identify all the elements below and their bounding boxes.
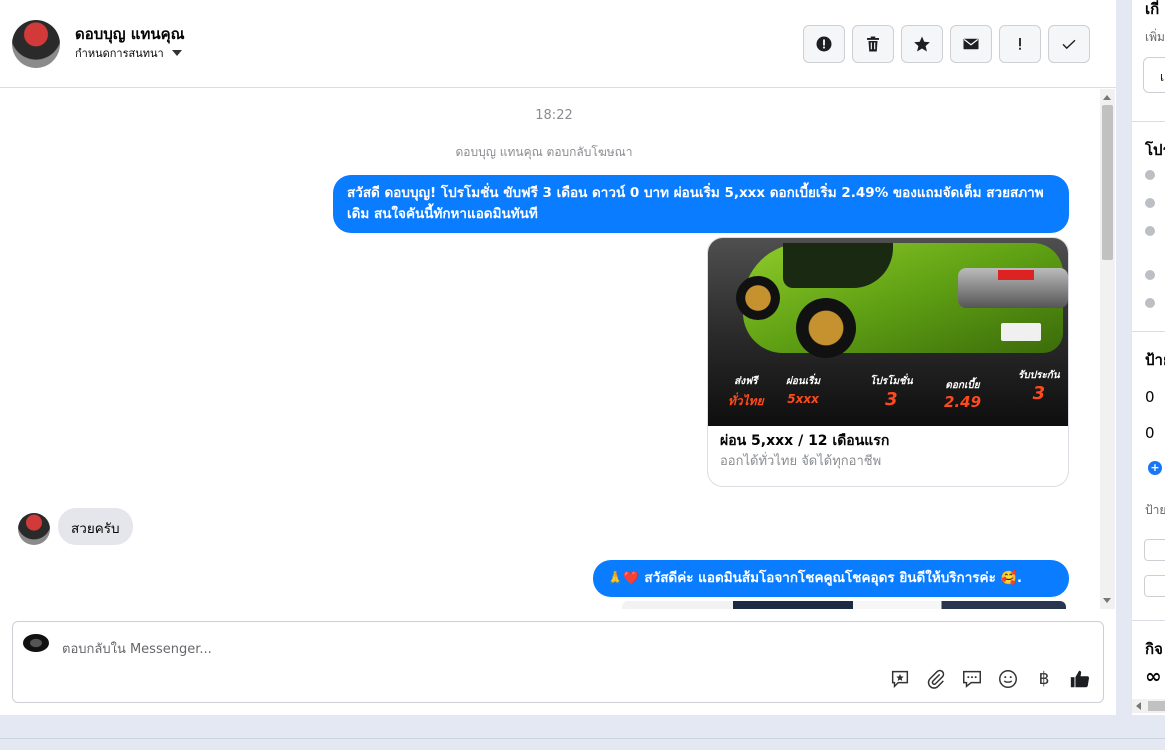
promo-free-ship: ส่งฟรีทั่วไทย <box>728 374 764 411</box>
divider <box>1132 331 1165 332</box>
thumbs-up-icon[interactable] <box>1069 668 1091 690</box>
emoji-suffix: 🥰. <box>1000 571 1022 586</box>
conversation-schedule-label: กำหนดการสนทนา <box>75 47 164 60</box>
message-timestamp: 18:22 <box>535 108 573 123</box>
composer-placeholder[interactable]: ตอบกลับใน Messenger... <box>62 638 212 659</box>
conversation-schedule-dropdown[interactable]: กำหนดการสนทนา <box>75 44 182 62</box>
panel-horizontal-scrollbar[interactable] <box>1132 699 1165 713</box>
follow-up-button[interactable] <box>999 25 1041 63</box>
meta-infinity-icon: ∞ <box>1145 664 1162 688</box>
trash-icon <box>867 36 879 52</box>
panel-labels-sub: ป้าย <box>1145 503 1165 517</box>
promo-installment: ผ่อนเริ่ม 5xxx <box>786 374 820 406</box>
page-avatar <box>23 634 49 652</box>
car-body <box>743 243 1068 353</box>
star-button[interactable] <box>901 25 943 63</box>
exclamation-circle-icon <box>816 36 832 52</box>
location-pin-icon <box>1145 298 1155 308</box>
promo-strip: ส่งฟรีทั่วไทย ผ่อนเริ่ม 5xxx โปรโมชั่น 3 ด… <box>708 368 1068 426</box>
car-rear-wheel <box>736 276 780 320</box>
scroll-up-arrow-icon[interactable] <box>1103 95 1111 100</box>
paperclip-icon[interactable] <box>925 668 947 690</box>
message-thread[interactable]: 18:22 ดอบบุญ แทนคุณ ตอบกลับโฆษณา สวัสดี … <box>0 89 1100 609</box>
contact-name[interactable]: ดอบบุญ แทนคุณ <box>75 22 185 46</box>
promo-interest-label: ดอกเบี้ย <box>945 380 980 391</box>
promo-insurance-label: รับประกัน <box>1018 370 1060 381</box>
panel-heading-info: เกี่ <box>1145 0 1160 18</box>
panel-heading-labels: ป้าย <box>1145 351 1165 369</box>
panel-add-button-label: เ <box>1160 70 1165 84</box>
car-front-wheel <box>796 298 856 358</box>
promo-nationwide: ทั่วไทย <box>728 394 764 408</box>
label-item[interactable]: 0 <box>1145 388 1155 406</box>
mark-unread-button[interactable] <box>950 25 992 63</box>
scrollbar-thumb[interactable] <box>1102 105 1113 260</box>
graduation-cap-icon <box>1145 226 1155 236</box>
car-window <box>783 243 893 288</box>
promo-interest-value: 2.49 <box>944 393 982 411</box>
next-media-preview[interactable] <box>622 601 1066 609</box>
promo-insurance-value: 3 <box>1032 383 1046 404</box>
header-actions <box>803 25 1090 63</box>
checkmark-icon <box>1062 39 1076 50</box>
delete-button[interactable] <box>852 25 894 63</box>
contact-avatar[interactable] <box>12 20 60 68</box>
ad-image[interactable]: ส่งฟรีทั่วไทย ผ่อนเริ่ม 5xxx โปรโมชั่น 3 ด… <box>708 238 1068 426</box>
ad-subtitle: ออกได้ทั่วไทย จัดได้ทุกอาชีพ <box>720 454 882 469</box>
composer-tools: ฿ <box>889 668 1091 690</box>
conversation-pane: ดอบบุญ แทนคุณ กำหนดการสนทนา 18:22 ดอบบุญ… <box>0 0 1116 715</box>
outgoing-message-text: สวัสดีค่ะ แอดมินส้มโอจากโชคคูณโชคอุดร ยิ… <box>644 570 996 586</box>
ad-title[interactable]: ผ่อน 5,xxx / 12 เดือนแรก <box>720 430 889 452</box>
location-pin-icon <box>1145 270 1155 280</box>
label-item[interactable]: 0 <box>1145 424 1155 442</box>
car-badge <box>998 270 1034 280</box>
contact-avatar-small[interactable] <box>18 513 50 545</box>
thread-scrollbar[interactable] <box>1100 89 1115 609</box>
star-icon <box>914 36 930 52</box>
emoji-icon[interactable] <box>997 668 1019 690</box>
add-label-icon[interactable]: + <box>1148 461 1162 475</box>
panel-heading-profile: โปร <box>1145 141 1165 159</box>
emoji-prefix: 🙏❤️ <box>607 571 640 586</box>
saved-reply-icon[interactable] <box>889 668 911 690</box>
promo-promotion: โปรโมชั่น 3 <box>870 374 913 410</box>
panel-heading-activity: กิจ <box>1145 640 1163 658</box>
promo-free-ship-label: ส่งฟรี <box>734 376 758 387</box>
briefcase-icon <box>1145 198 1155 208</box>
promo-installment-value: 5xxx <box>787 392 819 406</box>
scroll-left-arrow-icon[interactable] <box>1136 702 1141 710</box>
panel-add-label: เพิ่ม <box>1145 30 1165 44</box>
baht-icon[interactable]: ฿ <box>1033 669 1055 689</box>
license-plate <box>1001 323 1041 341</box>
promo-interest: ดอกเบี้ย 2.49 <box>944 378 981 411</box>
promo-installment-label: ผ่อนเริ่ม <box>786 376 821 387</box>
chat-bubbles-icon[interactable] <box>961 668 983 690</box>
envelope-icon <box>963 38 979 50</box>
label-checkbox[interactable] <box>1144 539 1165 561</box>
exclamation-icon <box>1019 38 1021 50</box>
mark-spam-button[interactable] <box>803 25 845 63</box>
clock-icon <box>1145 170 1155 180</box>
window-bottom-border <box>0 738 1165 739</box>
panel-add-button[interactable]: เ <box>1143 57 1165 93</box>
ad-card[interactable]: ส่งฟรีทั่วไทย ผ่อนเริ่ม 5xxx โปรโมชั่น 3 ด… <box>707 237 1069 487</box>
caret-down-icon <box>171 50 182 56</box>
divider <box>1132 121 1165 122</box>
scrollbar-thumb[interactable] <box>1148 701 1165 711</box>
ad-reply-notice: ดอบบุญ แทนคุณ ตอบกลับโฆษณา <box>455 145 633 159</box>
promo-promotion-label: โปรโมชั่น <box>870 376 913 387</box>
promo-insurance: รับประกัน 3 <box>1018 368 1060 404</box>
promo-promotion-value: 3 <box>885 389 898 410</box>
outgoing-message[interactable]: สวัสดี ดอบบุญ! โปรโมชั่น ขับฟรี 3 เดือน … <box>333 175 1069 233</box>
scroll-down-arrow-icon[interactable] <box>1103 598 1111 603</box>
message-composer[interactable]: ตอบกลับใน Messenger... ฿ <box>12 621 1104 703</box>
divider <box>1132 620 1165 621</box>
label-checkbox[interactable] <box>1144 575 1165 597</box>
incoming-message[interactable]: สวยครับ <box>58 508 133 545</box>
conversation-header: ดอบบุญ แทนคุณ กำหนดการสนทนา <box>0 0 1116 88</box>
mark-done-button[interactable] <box>1048 25 1090 63</box>
contact-details-panel: เกี่ เพิ่ม เ โปร ป้าย 0 0 + ป้าย กิจ ∞ <box>1131 0 1165 715</box>
outgoing-message[interactable]: 🙏❤️ สวัสดีค่ะ แอดมินส้มโอจากโชคคูณโชคอุด… <box>593 560 1069 597</box>
